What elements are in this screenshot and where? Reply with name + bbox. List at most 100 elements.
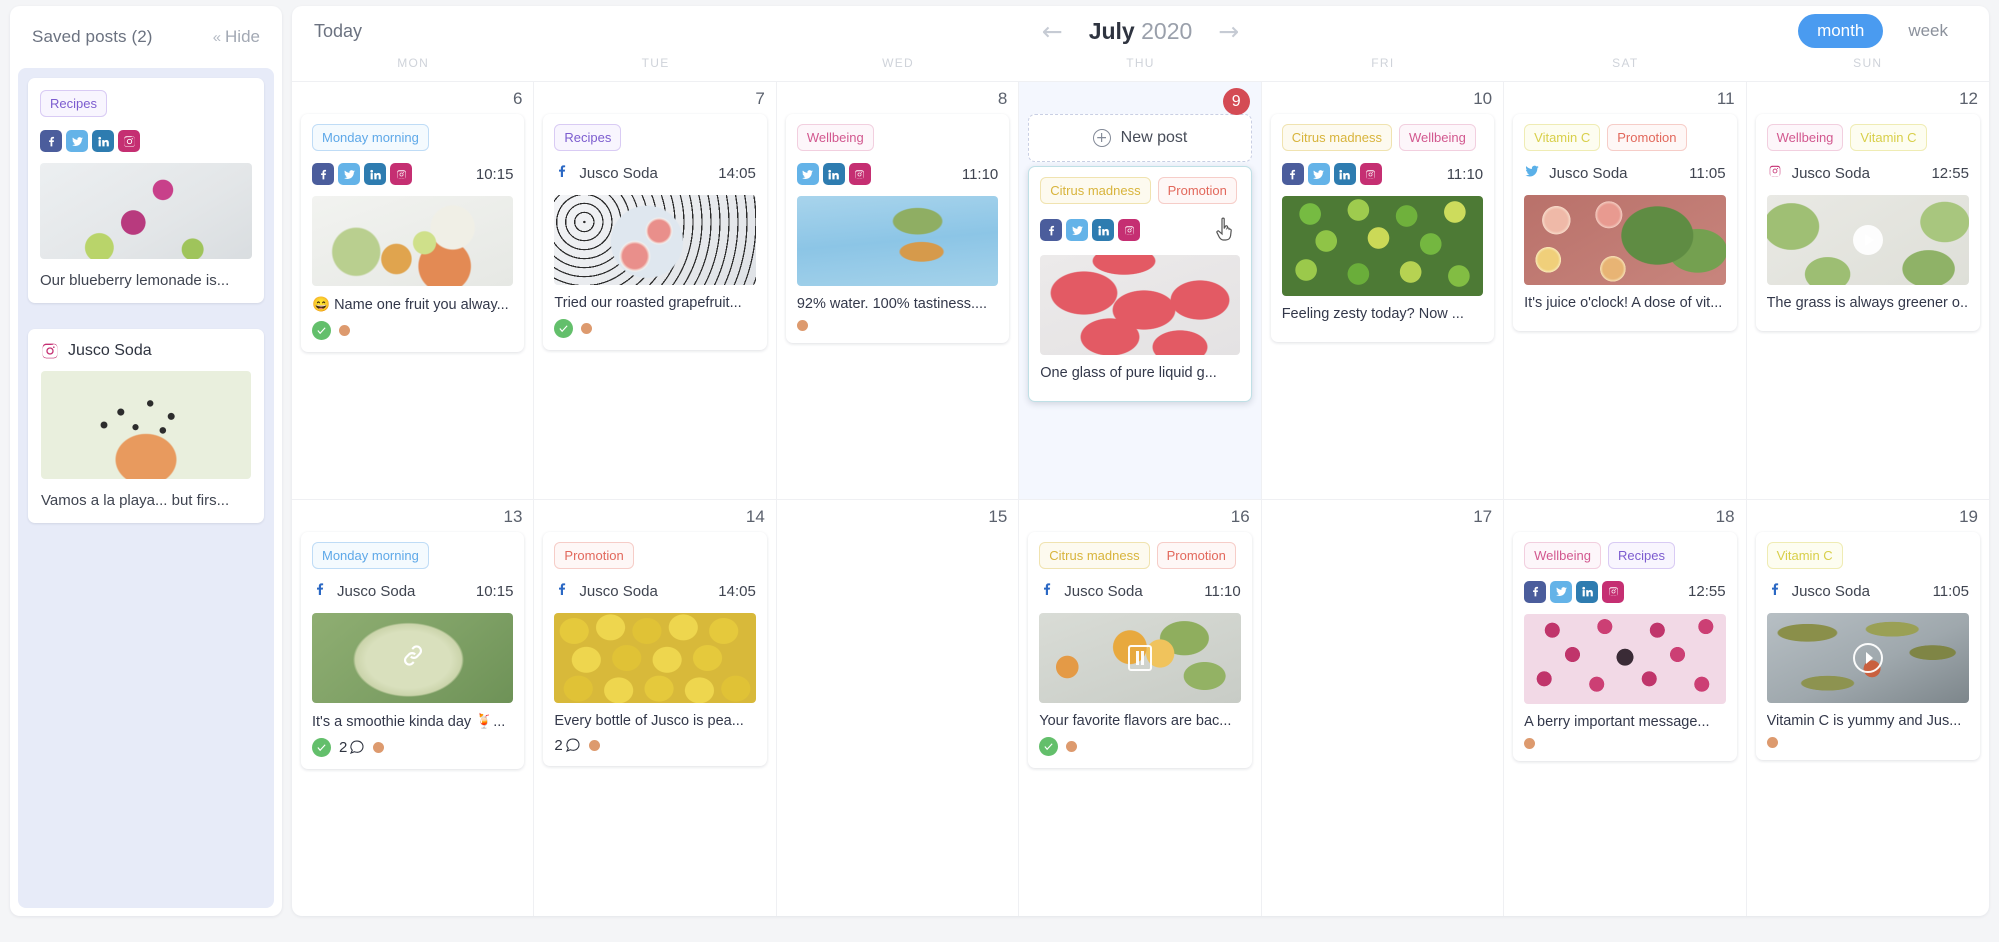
tag[interactable]: Citrus madness (1039, 541, 1150, 569)
post-thumbnail[interactable] (1766, 195, 1969, 285)
network-row: 11:10 (1281, 163, 1483, 185)
saved-posts-list[interactable]: Recipes Our blueberry lemonade is... Jus… (18, 68, 274, 908)
instagram-icon (41, 342, 59, 360)
saved-post-card[interactable]: Jusco Soda Vamos a la playa... but firs.… (28, 329, 264, 523)
video-play-icon[interactable] (1852, 642, 1883, 673)
tag[interactable]: Vitamin C (1766, 541, 1843, 569)
tag[interactable]: Monday morning (312, 541, 429, 569)
video-play-icon[interactable] (1852, 225, 1883, 255)
post-time: 12:55 (1931, 165, 1969, 182)
day-cell[interactable]: 12 Wellbeing Vitamin C Jusco Soda 12:55 (1747, 82, 1989, 499)
post-status (796, 312, 998, 343)
saved-post-card[interactable]: Recipes Our blueberry lemonade is... (28, 78, 264, 316)
day-cell-today[interactable]: 9 + New post Citrus madness Promotion On… (1019, 82, 1262, 499)
comment-count: 2 (554, 737, 580, 754)
post-thumbnail[interactable] (312, 612, 514, 703)
post-card[interactable]: Wellbeing Recipes 12:55 A berry importan… (1513, 531, 1737, 767)
hide-sidebar-button[interactable]: « Hide (213, 27, 260, 47)
day-cell[interactable]: 8 Wellbeing 11:10 92% water. 100% tastin… (777, 82, 1020, 499)
comment-count-value: 2 (339, 738, 348, 756)
day-cell[interactable]: 18 Wellbeing Recipes 12:55 A berry impor… (1504, 499, 1747, 916)
tag[interactable]: Promotion (1157, 177, 1237, 204)
tag[interactable]: Citrus madness (1040, 177, 1151, 204)
post-thumbnail[interactable] (40, 163, 252, 259)
post-card[interactable]: Vitamin C Jusco Soda 11:05 Vitamin C is … (1755, 531, 1980, 760)
account-row: Jusco Soda (41, 342, 251, 360)
tag[interactable]: Recipes (1608, 541, 1675, 569)
comment-icon (350, 740, 364, 754)
today-button[interactable]: Today (314, 21, 362, 42)
tag[interactable]: Wellbeing (1766, 124, 1844, 151)
arrow-left-icon[interactable]: ← (1042, 19, 1063, 44)
tag[interactable]: Wellbeing (796, 124, 874, 151)
carousel-icon (1127, 644, 1152, 671)
post-thumbnail[interactable] (1039, 612, 1241, 703)
tag[interactable]: Promotion (554, 541, 634, 569)
day-cell[interactable]: 17 (1262, 499, 1505, 916)
post-caption: A berry important message... (1524, 713, 1710, 730)
day-cell[interactable]: 15 (777, 499, 1020, 916)
post-thumbnail[interactable] (796, 196, 999, 286)
twitter-icon (1066, 219, 1089, 241)
tag[interactable]: Promotion (1607, 124, 1687, 151)
post-card[interactable]: Promotion Jusco Soda 14:05 Every bottle … (543, 531, 767, 766)
linkedin-icon (1576, 580, 1599, 603)
new-post-button[interactable]: + New post (1028, 114, 1252, 162)
post-thumbnail[interactable] (312, 196, 514, 286)
post-card[interactable]: Wellbeing Vitamin C Jusco Soda 12:55 The… (1755, 114, 1980, 331)
day-cell[interactable]: 11 Vitamin C Promotion Jusco Soda 11:05 (1504, 82, 1747, 499)
pending-dot-icon (373, 741, 385, 753)
post-card-selected[interactable]: Citrus madness Promotion One glass of pu… (1028, 166, 1252, 402)
day-cell[interactable]: 6 Monday morning 10:15 😄 Name one fruit … (292, 82, 535, 499)
day-cell[interactable]: 14 Promotion Jusco Soda 14:05 Every bott… (534, 499, 777, 916)
tag[interactable]: Recipes (40, 90, 107, 117)
tag[interactable]: Recipes (554, 124, 622, 151)
facebook-icon (40, 130, 62, 152)
day-cell[interactable]: 16 Citrus madness Promotion Jusco Soda 1… (1019, 499, 1262, 916)
tag[interactable]: Monday morning (312, 124, 429, 151)
post-thumbnail[interactable] (41, 371, 251, 479)
day-cell[interactable]: 7 Recipes Jusco Soda 14:05 Tried our roa… (534, 82, 777, 499)
post-thumbnail[interactable] (1524, 613, 1726, 704)
post-status (312, 313, 513, 352)
linkedin-icon (1092, 219, 1115, 241)
post-thumbnail[interactable] (1281, 196, 1484, 296)
account-name: Jusco Soda (579, 582, 658, 600)
pending-dot-icon (1766, 736, 1778, 748)
network-icons (1040, 219, 1141, 241)
tag[interactable]: Wellbeing (1524, 541, 1601, 569)
post-card[interactable]: Citrus madness Promotion Jusco Soda 11:1… (1028, 531, 1252, 768)
day-cell[interactable]: 13 Monday morning Jusco Soda 10:15 It's … (292, 499, 535, 916)
tag-list: Vitamin C Promotion (1524, 124, 1725, 151)
tag[interactable]: Vitamin C (1524, 124, 1601, 151)
post-card[interactable]: Monday morning Jusco Soda 10:15 It's a s… (301, 531, 525, 769)
tag[interactable]: Promotion (1156, 541, 1236, 569)
tab-month[interactable]: month (1798, 14, 1884, 48)
post-thumbnail[interactable] (554, 195, 756, 285)
post-card[interactable]: Wellbeing 11:10 92% water. 100% tastines… (785, 114, 1010, 343)
tag[interactable]: Wellbeing (1399, 124, 1476, 151)
post-card[interactable]: Recipes Jusco Soda 14:05 Tried our roast… (543, 114, 767, 356)
day-cell[interactable]: 10 Citrus madness Wellbeing 11:10 Feelin… (1262, 82, 1505, 499)
tag[interactable]: Citrus madness (1281, 124, 1393, 151)
account-left: Jusco Soda (554, 163, 658, 184)
post-time: 11:10 (1204, 582, 1241, 600)
arrow-right-icon[interactable]: → (1218, 19, 1239, 44)
day-cell[interactable]: 19 Vitamin C Jusco Soda 11:05 Vitamin C … (1747, 500, 1989, 917)
account-left: Jusco Soda (312, 581, 415, 602)
comment-count-value: 2 (554, 736, 563, 754)
sidebar-header: Saved posts (2) « Hide (10, 6, 282, 68)
post-card[interactable]: Vitamin C Promotion Jusco Soda 11:05 It'… (1513, 114, 1737, 337)
calendar-panel: Today ← July 2020 → month week MON TUE W… (292, 6, 1989, 916)
post-card[interactable]: Monday morning 10:15 😄 Name one fruit yo… (301, 114, 525, 358)
post-thumbnail[interactable] (1040, 255, 1240, 355)
account-row: Jusco Soda 12:55 (1767, 163, 1969, 184)
tab-week[interactable]: week (1889, 14, 1967, 48)
tag[interactable]: Vitamin C (1850, 124, 1927, 151)
post-caption: It's juice o'clock! A dose of vit... (1524, 295, 1723, 311)
post-thumbnail[interactable] (554, 612, 756, 703)
post-card[interactable]: Citrus madness Wellbeing 11:10 Feeling z… (1270, 114, 1495, 348)
pending-dot-icon (1524, 737, 1536, 749)
post-thumbnail[interactable] (1524, 195, 1726, 285)
post-thumbnail[interactable] (1766, 612, 1969, 703)
